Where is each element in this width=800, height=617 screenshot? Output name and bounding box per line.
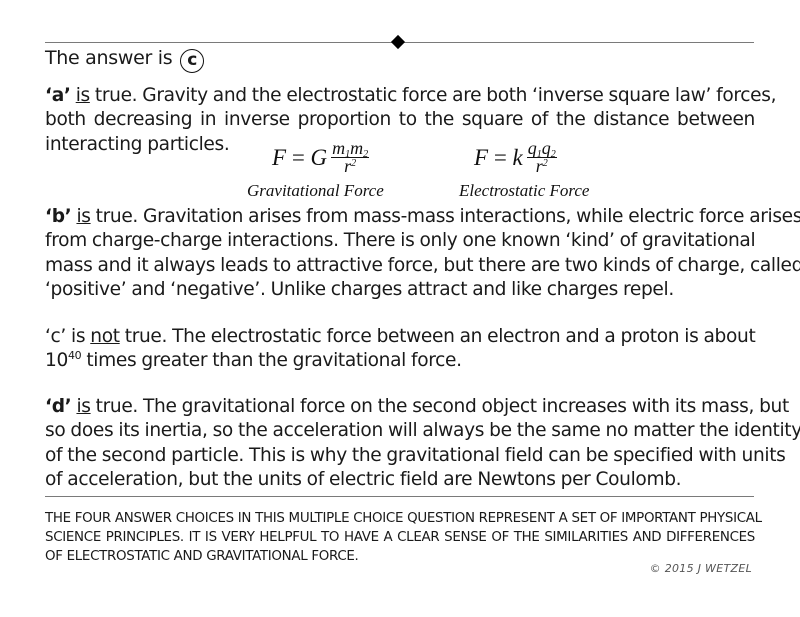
paragraph-choice-d: ‘d’ is true. The gravitational force on … (45, 395, 800, 492)
power-base: 10 (45, 350, 68, 372)
formula-lhs: F (272, 144, 287, 170)
para-a-text-1: true. Gravity and the electrostatic forc… (89, 85, 777, 106)
para-b-line-1: ‘b’ is true. Gravitation arises from mas… (45, 205, 800, 229)
verdict-word-b: is (76, 206, 91, 227)
formula-constant: k (512, 144, 523, 170)
gravitational-formula-label: Gravitational Force (247, 181, 384, 200)
electrostatic-formula-label: Electrostatic Force (459, 181, 590, 200)
answer-prefix: The answer is (45, 47, 173, 69)
verdict-word-c: not (90, 326, 120, 347)
paragraph-choice-c: ‘c’ is not true. The electrostatic force… (45, 325, 756, 374)
formula-constant: G (310, 144, 328, 170)
formula-equals: = (493, 144, 507, 170)
para-a-line-1: ‘a’ is true. Gravity and the electrostat… (45, 84, 776, 108)
formula-denominator: r2 (331, 157, 369, 175)
paragraph-choice-a: ‘a’ is true. Gravity and the electrostat… (45, 84, 776, 157)
para-b-line-3: mass and it always leads to attractive f… (45, 254, 800, 276)
denominator-exp: 2 (542, 158, 548, 169)
para-a-line-2: both decreasing in inverse proportion to… (45, 109, 755, 131)
diamond-ornament-icon (390, 34, 406, 50)
para-b-line-2: from charge-charge interactions. There i… (45, 230, 756, 252)
para-d-text-1: true. The gravitational force on the sec… (90, 396, 790, 417)
verdict-word-d: is (76, 396, 91, 417)
choice-label-c: ‘c’ is (45, 326, 91, 347)
answer-letter-circled: c (180, 49, 205, 73)
denominator-exp: 2 (351, 158, 357, 169)
para-b-text-1: true. Gravitation arises from mass-mass … (90, 206, 800, 227)
para-d-line-3: of the second particle. This is why the … (45, 444, 786, 466)
copyright-notice: © 2015 J WETZEL (649, 562, 752, 575)
footer-line-3: OF ELECTROSTATIC AND GRAVITATIONAL FORCE… (45, 549, 359, 564)
choice-label-a: ‘a’ (45, 85, 71, 106)
para-c-text-2: times greater than the gravitational for… (81, 350, 462, 372)
numerator-var-1: m (332, 138, 346, 158)
formula-fraction: m1m2 r2 (331, 138, 370, 175)
gravitational-formula: F = Gm1m2 r2 (272, 138, 370, 175)
choice-label-d: ‘d’ (45, 396, 72, 417)
para-c-line-1: ‘c’ is not true. The electrostatic force… (45, 325, 756, 349)
footer-line-1: THE FOUR ANSWER CHOICES IN THIS MULTIPLE… (45, 511, 762, 526)
verdict-word-a: is (75, 85, 91, 106)
formula-fraction: q1q2 r2 (526, 138, 557, 176)
para-d-line-1: ‘d’ is true. The gravitational force on … (45, 395, 789, 419)
electrostatic-formula: F = k q1q2 r2 (474, 138, 557, 176)
footer-line-2: SCIENCE PRINCIPLES. IT IS VERY HELPFUL T… (45, 530, 755, 545)
formula-denominator: r2 (527, 156, 557, 176)
numerator-var-1: q (527, 138, 537, 158)
numerator-var-2: m (350, 138, 364, 158)
para-d-line-4: of acceleration, but the units of electr… (45, 468, 682, 490)
footer-note: THE FOUR ANSWER CHOICES IN THIS MULTIPLE… (45, 509, 762, 566)
para-b-line-4: ‘positive’ and ‘negative’. Unlike charge… (45, 278, 674, 300)
formula-lhs: F (474, 144, 489, 170)
para-c-line-2: 1040 times greater than the gravitationa… (45, 349, 755, 373)
power-exponent: 40 (67, 349, 82, 363)
formula-equals: = (291, 144, 305, 170)
choice-label-b: ‘b’ (45, 206, 72, 227)
para-d-line-2: so does its inertia, so the acceleration… (45, 420, 800, 442)
numerator-sub-2: 2 (550, 149, 556, 160)
para-a-line-3: interacting particles. (45, 133, 230, 155)
bottom-divider (45, 496, 754, 497)
answer-heading: The answer is c (45, 46, 205, 73)
paragraph-choice-b: ‘b’ is true. Gravitation arises from mas… (45, 205, 800, 302)
numerator-sub-2: 2 (363, 149, 369, 160)
numerator-var-2: q (541, 138, 551, 158)
denominator-var: r (535, 156, 543, 176)
para-c-text-1: true. The electrostatic force between an… (119, 326, 756, 347)
